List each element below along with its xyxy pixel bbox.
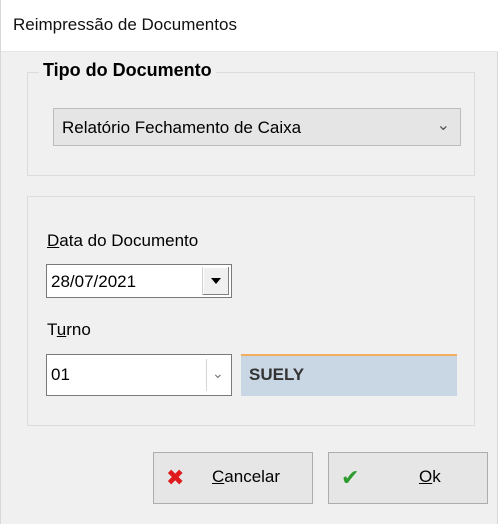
title-bar: Reimpressão de Documentos [1,0,498,52]
cancel-button[interactable]: ✖ Cancelar [153,452,313,504]
document-date-label: Data do Documento [47,231,199,250]
operator-name: SUELY [249,365,305,384]
shift-dropdown-button[interactable]: ⌄ [206,359,229,391]
document-type-value: Relatório Fechamento de Caixa [62,118,302,137]
shift-select[interactable]: 01 ⌄ [46,354,232,396]
close-icon: ✖ [166,465,185,490]
shift-value: 01 [51,365,70,384]
ok-button-label: Ok [419,467,441,486]
document-type-group-label: Tipo do Documento [39,60,216,81]
date-dropdown-button[interactable] [202,267,229,295]
chevron-down-icon: ⌄ [212,365,224,381]
ok-button[interactable]: ✔ Ok [328,452,488,504]
window-title: Reimpressão de Documentos [13,15,237,34]
chevron-down-icon[interactable]: ⌄ [437,115,450,135]
operator-name-display: SUELY [241,354,457,396]
reprint-dialog: Reimpressão de Documentos Tipo do Docume… [0,0,498,524]
shift-label: Turno [47,320,91,339]
check-icon: ✔ [341,465,360,490]
cancel-button-label: Cancelar [212,467,281,486]
dropdown-arrow-icon [211,278,221,284]
document-date-picker[interactable]: 28/07/2021 [46,264,232,298]
document-date-value[interactable]: 28/07/2021 [51,272,136,292]
document-type-select[interactable]: Relatório Fechamento de Caixa ⌄ [53,108,461,146]
